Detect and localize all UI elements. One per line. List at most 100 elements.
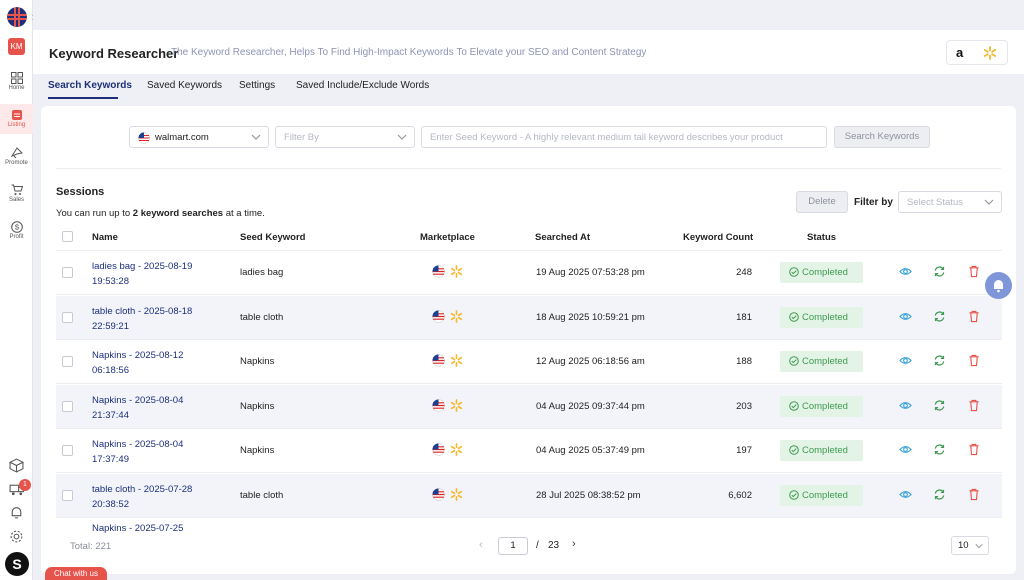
row-checkbox[interactable] — [62, 311, 73, 323]
gear-icon[interactable] — [9, 529, 24, 544]
delete-icon[interactable] — [968, 310, 980, 326]
column-header-marketplace[interactable]: Marketplace — [420, 232, 475, 243]
walmart-icon[interactable] — [983, 46, 997, 60]
refresh-icon[interactable] — [933, 265, 946, 281]
table-row[interactable]: Napkins - 2025-07-25 — [56, 519, 1002, 533]
us-flag-icon — [432, 354, 445, 370]
bell-icon — [994, 280, 1003, 293]
column-header-seed-keyword[interactable]: Seed Keyword — [240, 232, 305, 243]
table-row[interactable]: table cloth - 2025-07-28 20:38:52 table c… — [56, 474, 1002, 518]
seed-keyword: ladies bag — [240, 267, 284, 278]
sessions-info: You can run up to 2 keyword searches at … — [56, 208, 265, 219]
us-flag-icon — [432, 399, 445, 415]
delete-icon[interactable] — [968, 399, 980, 415]
row-checkbox[interactable] — [62, 356, 73, 368]
sessions-info-limit: 2 keyword searches — [132, 208, 224, 219]
notification-bell-button[interactable] — [985, 272, 1012, 299]
chat-with-us-button[interactable]: Chat with us — [45, 567, 107, 580]
session-name-link[interactable]: Napkins - 2025-08-04 17:37:49 — [92, 437, 212, 467]
table-row[interactable]: Napkins - 2025-08-04 21:37:44 Napkins 04 A… — [56, 384, 1002, 429]
sidebar-item-promote[interactable]: Promote — [0, 147, 33, 171]
row-checkbox[interactable] — [62, 445, 73, 457]
session-name-link[interactable]: Napkins - 2025-08-12 06:18:56 — [92, 348, 212, 378]
view-icon[interactable] — [899, 443, 912, 459]
table-row[interactable]: table cloth - 2025-08-18 22:59:21 table c… — [56, 295, 1002, 340]
keyword-count: 248 — [736, 267, 752, 278]
sidebar: KM Home Listing Promote Sales $ Profit 1… — [0, 0, 33, 580]
sidebar-item-profit[interactable]: $ Profit — [0, 221, 33, 245]
amazon-icon[interactable]: a — [956, 45, 963, 60]
view-icon[interactable] — [899, 399, 912, 415]
refresh-icon[interactable] — [933, 443, 946, 459]
box-icon[interactable] — [9, 458, 24, 473]
us-flag-icon — [432, 488, 445, 504]
refresh-icon[interactable] — [933, 310, 946, 326]
column-header-searched-at[interactable]: Searched At — [535, 232, 590, 243]
session-name-link[interactable]: table cloth - 2025-07-28 20:38:52 — [92, 482, 212, 512]
table-row[interactable]: Napkins - 2025-08-12 06:18:56 Napkins 12 A… — [56, 340, 1002, 385]
us-flag-icon — [432, 309, 445, 326]
view-icon[interactable] — [899, 310, 912, 326]
status-badge: Completed — [780, 485, 863, 506]
us-flag-icon — [432, 443, 445, 459]
refresh-icon[interactable] — [933, 399, 946, 415]
tab-search-keywords[interactable]: Search Keywords — [48, 80, 132, 91]
sidebar-item-listing[interactable]: Listing — [0, 104, 33, 134]
brand-logo[interactable]: S — [5, 552, 29, 576]
delete-icon[interactable] — [968, 488, 980, 504]
status-filter-placeholder: Select Status — [907, 197, 963, 208]
select-all-checkbox[interactable] — [62, 231, 73, 242]
session-name-link[interactable]: table cloth - 2025-08-18 22:59:21 — [92, 304, 212, 334]
view-icon[interactable] — [899, 488, 912, 504]
row-checkbox[interactable] — [62, 490, 73, 501]
tab-settings[interactable]: Settings — [239, 80, 275, 91]
marketplace-value: walmart.com — [155, 132, 209, 143]
walmart-icon — [450, 443, 463, 459]
sessions-title: Sessions — [56, 186, 105, 198]
search-keywords-button[interactable]: Search Keywords — [834, 126, 930, 148]
view-icon[interactable] — [899, 354, 912, 370]
previous-page-button[interactable]: ‹ — [479, 539, 483, 551]
marketplace-select[interactable]: walmart.com — [129, 126, 269, 148]
column-header-name[interactable]: Name — [92, 232, 118, 243]
delete-icon[interactable] — [968, 354, 980, 370]
session-name-link[interactable]: ladies bag - 2025-08-19 19:53:28 — [92, 259, 212, 289]
sidebar-item-sales[interactable]: Sales — [0, 184, 33, 208]
current-page-input[interactable]: 1 — [498, 537, 528, 555]
session-name-link[interactable]: Napkins - 2025-08-04 21:37:44 — [92, 393, 212, 423]
delete-icon[interactable] — [968, 443, 980, 459]
main-card: walmart.com Filter By Enter Seed Keyword… — [41, 106, 1016, 574]
table-row[interactable]: ladies bag - 2025-08-19 19:53:28 ladies b… — [56, 251, 1002, 295]
tab-saved-include-exclude-words[interactable]: Saved Include/Exclude Words — [296, 80, 429, 91]
delete-button[interactable]: Delete — [796, 191, 848, 213]
refresh-icon[interactable] — [933, 488, 946, 504]
row-checkbox[interactable] — [62, 267, 73, 278]
sidebar-item-label: Home — [8, 85, 25, 91]
column-header-keyword-count[interactable]: Keyword Count — [683, 232, 753, 243]
avatar[interactable]: KM — [8, 38, 25, 55]
marketplace-switcher[interactable]: a — [946, 40, 1008, 65]
chevron-down-icon — [975, 544, 983, 549]
filter-by-select[interactable]: Filter By — [275, 126, 415, 148]
delete-icon[interactable] — [968, 265, 980, 281]
view-icon[interactable] — [899, 265, 912, 281]
column-header-status[interactable]: Status — [807, 232, 836, 243]
page-size-select[interactable]: 10 — [951, 536, 989, 555]
table-header: Name Seed Keyword Marketplace Searched A… — [56, 223, 1002, 251]
bell-icon[interactable] — [9, 505, 24, 520]
refresh-icon[interactable] — [933, 354, 946, 370]
page-size-value: 10 — [958, 540, 969, 551]
chevron-down-icon — [397, 134, 407, 140]
row-checkbox[interactable] — [62, 400, 73, 412]
seed-keyword-input[interactable]: Enter Seed Keyword - A highly relevant m… — [421, 126, 827, 148]
session-name-link[interactable]: Napkins - 2025-07-25 — [92, 521, 212, 533]
walmart-icon — [450, 265, 463, 281]
next-page-button[interactable]: › — [572, 538, 576, 550]
sidebar-item-home[interactable]: Home — [0, 72, 33, 98]
status-filter-select[interactable]: Select Status — [898, 191, 1002, 213]
app-logo-icon[interactable] — [7, 7, 27, 27]
status-label: Completed — [802, 490, 848, 501]
table-row[interactable]: Napkins - 2025-08-04 17:37:49 Napkins 04 A… — [56, 429, 1002, 474]
keyword-count: 203 — [736, 400, 752, 412]
tab-saved-keywords[interactable]: Saved Keywords — [147, 80, 222, 91]
